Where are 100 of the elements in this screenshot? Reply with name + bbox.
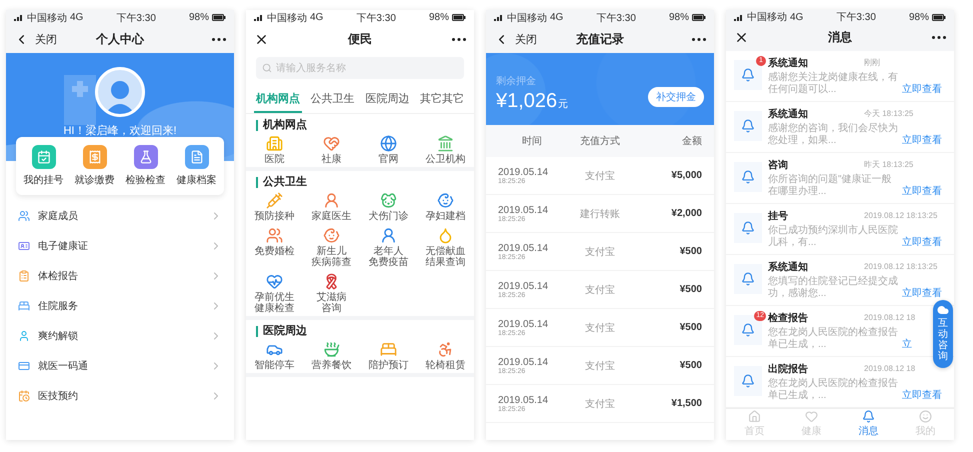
message-item[interactable]: 系统通知 今天 18:13:25 感谢您的咨询，我们会尽快为您处理，如果... 立即查看 xyxy=(726,102,954,153)
accessibility-icon xyxy=(437,341,454,358)
bell-icon xyxy=(741,322,755,337)
more-button[interactable] xyxy=(452,38,466,40)
service-item[interactable]: 预防接种 xyxy=(246,192,303,222)
menu-item[interactable]: 医技预约 xyxy=(6,381,234,411)
menu-label: 电子健康证 xyxy=(38,240,89,253)
message-preview: 您在龙岗人民医院的检查报告单已生成，... xyxy=(768,326,898,351)
carrier-text: 中国移动 xyxy=(507,12,547,24)
tab[interactable]: 公共卫生 xyxy=(308,87,357,113)
message-title: 检查报告 xyxy=(768,312,808,325)
service-item[interactable]: 新生儿 疾病筛查 xyxy=(303,227,360,268)
service-item[interactable]: 孕前优生 健康检查 xyxy=(246,273,303,314)
service-item[interactable]: 孕妇建档 xyxy=(417,192,474,222)
more-button[interactable] xyxy=(692,38,706,40)
page-title: 便民 xyxy=(346,30,373,48)
message-time: 2019.08.12 18 xyxy=(864,313,916,322)
tab-bar-item[interactable]: 消息 xyxy=(840,408,897,440)
balance-label: 剩余押金 xyxy=(496,75,537,88)
menu-item[interactable]: 就医一码通 xyxy=(6,351,234,381)
bell-icon xyxy=(741,374,755,388)
message-title: 系统通知 xyxy=(768,56,808,70)
globe-icon xyxy=(380,135,397,152)
section-title: 医院周边 xyxy=(256,326,464,337)
time-text: 下午3:30 xyxy=(836,11,876,24)
more-button[interactable] xyxy=(212,38,226,40)
battery-icon xyxy=(452,14,466,21)
service-item[interactable]: 公卫机构 xyxy=(417,135,474,165)
method-cell-text: 支付宝 xyxy=(584,360,616,372)
service-item[interactable]: 营养餐饮 xyxy=(303,341,360,371)
battery-icon xyxy=(932,14,946,21)
message-preview: 您在龙岗人民医院的检查报告单已生成，... xyxy=(768,378,898,402)
time-text: 下午3:30 xyxy=(356,12,396,24)
message-preview: 你所咨询的问题"健康证一般在哪里办理... xyxy=(768,174,893,198)
message-item[interactable]: 挂号 2019.08.12 18:13:25 你已成功预约深圳市人民医院儿科，有... 立即查看 xyxy=(726,204,954,255)
shortcut-button[interactable]: 健康档案 xyxy=(171,145,222,187)
service-item[interactable]: 官网 xyxy=(360,135,417,165)
tab[interactable]: 其它其它 xyxy=(418,87,466,113)
shortcut-button[interactable]: 就诊缴费 xyxy=(69,145,120,187)
service-item[interactable]: 艾滋病 咨询 xyxy=(303,273,360,314)
battery-text: 98% xyxy=(188,12,209,23)
service-item[interactable]: 无偿献血 结果查询 xyxy=(417,227,474,268)
message-preview: 感谢您的咨询，我们会尽快为您处理，如果... xyxy=(768,122,898,147)
service-item[interactable]: 社康 xyxy=(303,135,360,165)
menu-item[interactable]: 电子健康证 xyxy=(6,231,234,261)
message-item[interactable]: 系统通知 2019.08.12 18:13:25 您填写的住院登记已经提交成功，感谢您... 立即查看 xyxy=(726,254,954,306)
service-item[interactable]: 医院 xyxy=(246,135,303,165)
service-item[interactable]: 家庭医生 xyxy=(303,192,360,222)
method-cell-text: 支付宝 xyxy=(584,170,616,182)
service-item[interactable]: 免费婚检 xyxy=(246,227,303,268)
close-button[interactable]: 关闭 xyxy=(515,32,537,46)
unit-text: 元 xyxy=(558,98,568,111)
network-text: 4G xyxy=(310,12,324,23)
person-icon xyxy=(323,192,340,209)
service-item[interactable]: 犬伤门诊 xyxy=(360,192,417,222)
people-icon xyxy=(266,227,283,244)
more-button[interactable] xyxy=(932,36,946,39)
tab[interactable]: 医院周边 xyxy=(363,87,412,113)
service-item[interactable]: 智能停车 xyxy=(246,341,303,371)
baby-icon xyxy=(323,227,340,244)
search-field[interactable]: 请输入服务名称 xyxy=(256,57,464,79)
message-time: 2019.08.12 18:13:25 xyxy=(864,211,938,220)
calendar-icon xyxy=(32,145,56,169)
person-icon xyxy=(380,227,397,244)
battery-text: 98% xyxy=(428,12,449,23)
service-item[interactable]: 陪护预订 xyxy=(360,341,417,371)
consult-button[interactable]: 互动咨询 xyxy=(933,300,953,368)
hospital-drawing xyxy=(64,75,96,125)
bowl-icon xyxy=(323,341,340,358)
method-cell-text: 支付宝 xyxy=(584,398,616,410)
message-item[interactable]: 咨询 昨天 18:13:25 你所咨询的问题"健康证一般在哪里办理... 立即查看 xyxy=(726,152,954,204)
smile-icon xyxy=(919,410,932,424)
service-item[interactable]: 轮椅租赁 xyxy=(417,341,474,371)
menu-item[interactable]: 体检报告 xyxy=(6,261,234,291)
date-cell-text: 2019.05.14 xyxy=(498,166,550,178)
bell-icon xyxy=(862,410,875,424)
network-text: 4G xyxy=(70,12,84,23)
flask-icon xyxy=(134,145,158,169)
menu-item[interactable]: 住院服务 xyxy=(6,291,234,321)
signal-icon xyxy=(734,14,744,21)
battery-icon xyxy=(212,14,226,21)
message-title: 挂号 xyxy=(768,210,788,223)
card-icon xyxy=(18,360,30,372)
service-item[interactable]: 老年人 免费疫苗 xyxy=(360,227,417,268)
date-cell-text: 2019.05.14 xyxy=(498,204,550,216)
menu-label: 体检报告 xyxy=(38,270,79,283)
menu-item[interactable]: 家庭成员 xyxy=(6,201,234,231)
date-cell-text: 2019.05.14 xyxy=(498,280,550,292)
menu-item[interactable]: 爽约解锁 xyxy=(6,321,234,351)
date-cell-text: 2019.05.14 xyxy=(498,394,550,406)
time-text: 下午3:30 xyxy=(596,12,636,24)
close-button[interactable]: 关闭 xyxy=(35,32,57,46)
section-title: 公共卫生 xyxy=(256,177,464,188)
landmark-icon xyxy=(437,135,454,152)
column-header: 金额 xyxy=(681,134,702,148)
shortcut-button[interactable]: 检验检查 xyxy=(120,145,171,187)
shortcut-button[interactable]: 我的挂号 xyxy=(18,145,69,187)
signal-icon xyxy=(494,14,504,21)
clipboard-icon xyxy=(18,270,30,282)
bell-icon xyxy=(741,170,755,184)
